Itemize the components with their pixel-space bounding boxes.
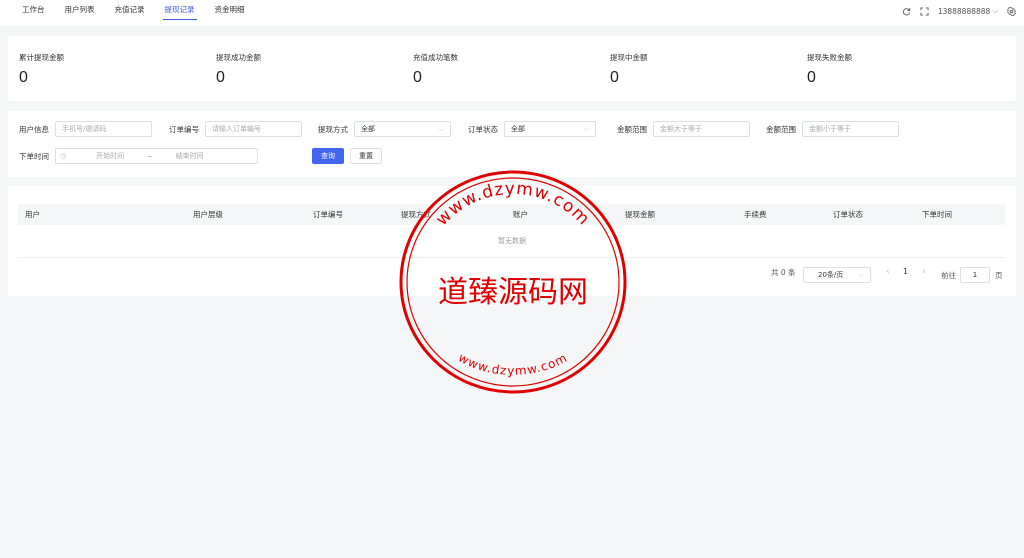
order-status-select[interactable]: 全部 ⌵ [504, 121, 596, 137]
page-number-wrap: 1 [903, 267, 908, 276]
col-withdraw-amount: 提现金额 [625, 210, 655, 219]
goto-page-input[interactable]: 1 [960, 267, 990, 283]
filter-order-status: 订单状态 全部 ⌵ [468, 121, 596, 137]
account-name: 13888888888 [937, 6, 991, 16]
amount-min-input[interactable]: 金额大于等于 [653, 121, 750, 137]
reset-button[interactable]: 重置 [350, 148, 382, 164]
filter-label: 订单编号 [169, 124, 199, 134]
range-start: 开始时间 [96, 152, 125, 160]
withdraw-method-select[interactable]: 全部 ⌵ [354, 121, 451, 137]
page-unit: 页 [995, 270, 1003, 280]
page-number-current[interactable]: 1 [903, 267, 908, 276]
filter-label: 订单状态 [468, 124, 498, 134]
range-separator: – [148, 152, 152, 160]
filter-label: 金额范围 [617, 124, 647, 134]
stat-value: 0 [19, 69, 28, 86]
page-size-value: 20条/页 [818, 271, 844, 279]
tab-bar: 工作台 用户列表 充值记录 提现记录 资金明细 [12, 0, 255, 26]
tab-recharge-records[interactable]: 充值记录 [105, 0, 155, 20]
stat-value: 0 [610, 69, 619, 86]
tab-workbench[interactable]: 工作台 [12, 0, 55, 20]
stat-recharge-count: 充值成功笔数 0 [413, 52, 458, 87]
filter-label: 金额范围 [766, 124, 796, 134]
filter-label: 用户信息 [19, 124, 49, 134]
stat-label: 充值成功笔数 [413, 53, 458, 62]
order-time-range[interactable]: ◷ 开始时间 – 结束时间 [55, 148, 258, 164]
refresh-icon[interactable] [902, 6, 912, 16]
watermark-seal: www.dzymw.com 道臻源码网 www.dzymw.com [399, 170, 627, 394]
stat-total-withdraw: 累计提现金额 0 [19, 52, 64, 87]
stat-success-amount: 提现成功金额 0 [216, 52, 261, 87]
chevron-down-icon: ⌵ [583, 125, 589, 133]
account-dropdown[interactable]: 13888888888 ⌵ [938, 6, 998, 16]
goto-label: 前往 [941, 270, 956, 280]
amount-max-input[interactable]: 金额小于等于 [802, 121, 899, 137]
next-page-button[interactable]: › [922, 267, 926, 277]
page-next-wrap: › [922, 267, 926, 277]
watermark-text: 道臻源码网 [438, 275, 588, 310]
filter-label: 提现方式 [318, 124, 348, 134]
tab-fund-details[interactable]: 资金明细 [205, 0, 255, 20]
page-size-wrap: 20条/页 ⌵ [803, 267, 871, 283]
fullscreen-icon[interactable] [920, 6, 930, 16]
stat-label: 提现中金额 [610, 53, 648, 62]
user-info-input[interactable]: 手机号/邀请码 [55, 121, 152, 137]
order-no-input[interactable]: 请输入订单编号 [205, 121, 302, 137]
stat-label: 提现失败金额 [807, 53, 852, 62]
filter-label: 下单时间 [19, 151, 49, 161]
stat-label: 累计提现金额 [19, 53, 64, 62]
goto-wrap: 前往 1 页 [941, 267, 1003, 283]
col-user: 用户 [25, 210, 40, 219]
select-value: 全部 [361, 125, 375, 133]
stats-card: 累计提现金额 0 提现成功金额 0 充值成功笔数 0 提现中金额 0 提现失败金… [8, 36, 1016, 101]
col-order-status: 订单状态 [833, 210, 863, 219]
select-value: 全部 [511, 125, 525, 133]
chevron-down-icon: ⌵ [438, 125, 444, 133]
filter-amount-min: 金额范围 金额大于等于 [617, 121, 750, 137]
watermark-url-bottom: www.dzymw.com [456, 350, 570, 378]
filter-card: 用户信息 手机号/邀请码 订单编号 请输入订单编号 提现方式 全部 ⌵ 订单状态… [8, 111, 1016, 177]
prev-page-button[interactable]: ‹ [886, 267, 890, 277]
top-bar: 工作台 用户列表 充值记录 提现记录 资金明细 13888888888 ⌵ [0, 0, 1024, 26]
search-button[interactable]: 查询 [312, 148, 344, 164]
stat-value: 0 [807, 69, 816, 86]
chevron-down-icon: ⌵ [858, 271, 864, 279]
stat-label: 提现成功金额 [216, 53, 261, 62]
gear-icon[interactable] [1006, 6, 1016, 16]
col-order-no: 订单编号 [313, 210, 343, 219]
col-fee: 手续费 [744, 210, 767, 219]
col-user-level: 用户层级 [193, 210, 223, 219]
filter-user-info: 用户信息 手机号/邀请码 [19, 121, 152, 137]
page-size-select[interactable]: 20条/页 ⌵ [803, 267, 871, 283]
clock-icon: ◷ [60, 152, 67, 160]
col-order-time: 下单时间 [922, 210, 952, 219]
range-end: 结束时间 [175, 152, 204, 160]
header-actions: 13888888888 ⌵ [902, 6, 1016, 16]
tab-withdraw-records[interactable]: 提现记录 [155, 0, 205, 20]
pagination-total: 共 0 条 [771, 268, 796, 277]
filter-order-time: 下单时间 ◷ 开始时间 – 结束时间 [19, 148, 258, 164]
stat-pending-amount: 提现中金额 0 [610, 52, 648, 87]
chevron-down-icon: ⌵ [992, 6, 998, 15]
filter-withdraw-method: 提现方式 全部 ⌵ [318, 121, 451, 137]
stat-failed-amount: 提现失败金额 0 [807, 52, 852, 87]
stat-value: 0 [216, 69, 225, 86]
page-prev-wrap: ‹ [886, 267, 890, 277]
tab-user-list[interactable]: 用户列表 [55, 0, 105, 20]
pagination: 共 0 条 [771, 267, 796, 278]
filter-amount-max: 金额范围 金额小于等于 [766, 121, 899, 137]
stat-value: 0 [413, 69, 422, 86]
filter-order-no: 订单编号 请输入订单编号 [169, 121, 302, 137]
